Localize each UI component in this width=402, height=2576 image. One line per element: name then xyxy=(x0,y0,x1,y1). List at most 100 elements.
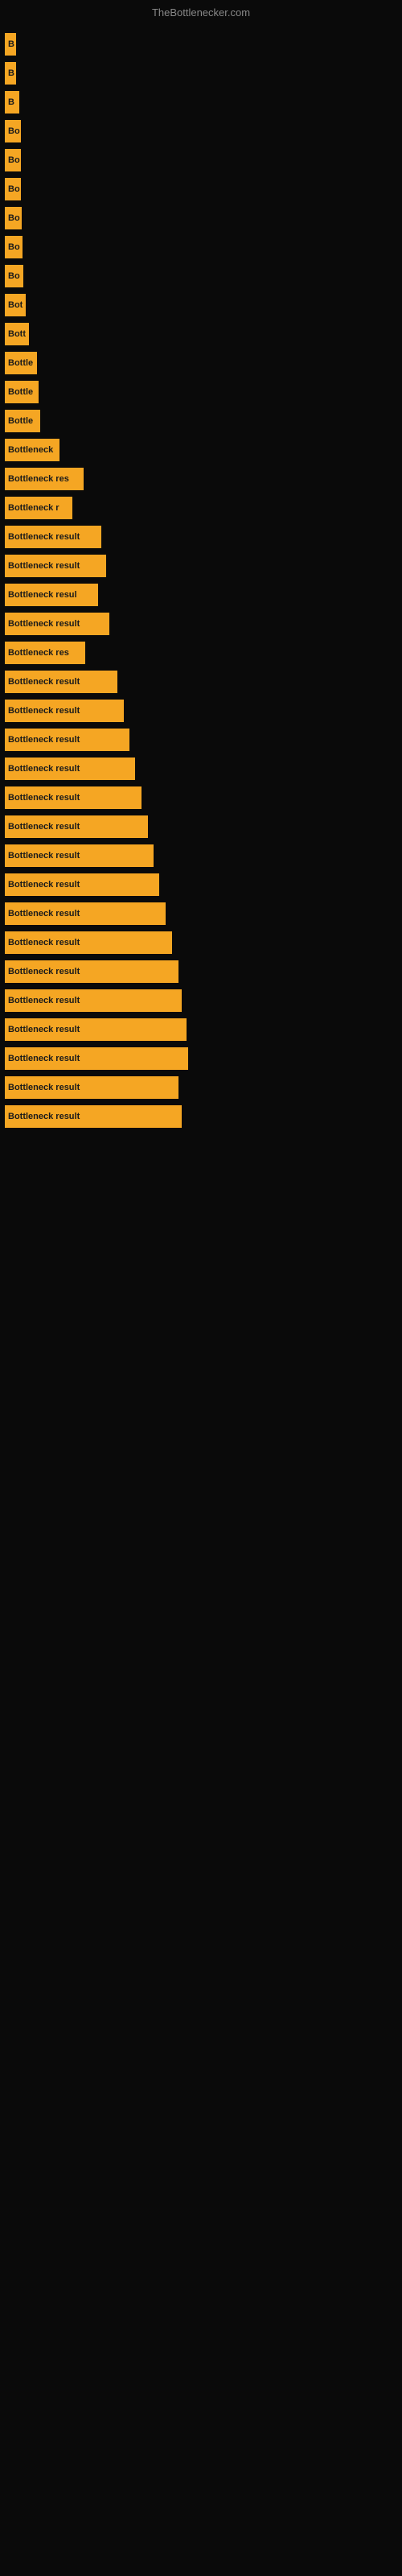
bar-label: Bottleneck result xyxy=(8,1083,80,1092)
bar-item: Bottleneck result xyxy=(5,870,397,899)
bar-item: Bottle xyxy=(5,378,397,407)
bar-label: Bottleneck result xyxy=(8,880,80,890)
bar-item: Bo xyxy=(5,233,397,262)
bar-label: B xyxy=(8,39,14,49)
bar-fill: Bottleneck res xyxy=(5,468,84,490)
site-title: TheBottlenecker.com xyxy=(0,0,402,22)
bar-label: Bo xyxy=(8,155,20,165)
bar-item: Bottleneck result xyxy=(5,899,397,928)
bar-label: Bottleneck r xyxy=(8,503,59,513)
bar-fill: Bott xyxy=(5,323,29,345)
bar-item: Bottleneck result xyxy=(5,522,397,551)
bar-fill: Bottleneck result xyxy=(5,960,178,983)
bar-fill: B xyxy=(5,91,19,114)
bar-item: Bottleneck result xyxy=(5,725,397,754)
bar-fill: Bottleneck result xyxy=(5,931,172,954)
bar-label: Bot xyxy=(8,300,23,310)
bar-label: Bottleneck xyxy=(8,445,53,455)
bar-fill: Bottleneck result xyxy=(5,1105,182,1128)
bar-item: Bottleneck result xyxy=(5,1073,397,1102)
bar-item: Bottleneck result xyxy=(5,696,397,725)
bar-item: Bott xyxy=(5,320,397,349)
bar-fill: Bottleneck result xyxy=(5,1076,178,1099)
bar-item: Bo xyxy=(5,262,397,291)
bar-label: Bottle xyxy=(8,387,33,397)
bar-item: Bottleneck resul xyxy=(5,580,397,609)
bar-fill: Bottleneck result xyxy=(5,1047,188,1070)
bar-item: Bottleneck result xyxy=(5,841,397,870)
bar-fill: Bottle xyxy=(5,381,39,403)
bar-fill: B xyxy=(5,33,16,56)
bar-item: Bottleneck result xyxy=(5,928,397,957)
bar-item: Bottleneck result xyxy=(5,1102,397,1131)
bar-label: Bottleneck result xyxy=(8,532,80,542)
bar-item: Bottleneck result xyxy=(5,986,397,1015)
bar-label: Bottle xyxy=(8,416,33,426)
bar-label: Bottleneck result xyxy=(8,938,80,947)
bar-label: Bottleneck result xyxy=(8,1054,80,1063)
bar-item: Bottleneck result xyxy=(5,667,397,696)
bar-fill: Bottleneck result xyxy=(5,700,124,722)
bar-item: Bottle xyxy=(5,407,397,436)
bar-item: Bottleneck result xyxy=(5,1044,397,1073)
bar-fill: Bo xyxy=(5,207,22,229)
bar-fill: Bottleneck result xyxy=(5,729,129,751)
bar-label: Bo xyxy=(8,242,20,252)
bar-fill: Bo xyxy=(5,149,21,171)
bar-fill: Bottleneck result xyxy=(5,671,117,693)
bar-fill: Bo xyxy=(5,178,21,200)
bar-label: B xyxy=(8,97,14,107)
bar-label: Bottleneck result xyxy=(8,706,80,716)
bar-item: Bot xyxy=(5,291,397,320)
bar-label: Bottleneck result xyxy=(8,967,80,976)
bar-item: Bottleneck result xyxy=(5,783,397,812)
bar-fill: Bottleneck res xyxy=(5,642,85,664)
bar-fill: Bottleneck resul xyxy=(5,584,98,606)
bar-label: Bottleneck result xyxy=(8,851,80,861)
bar-label: Bottleneck result xyxy=(8,677,80,687)
bar-label: Bottleneck result xyxy=(8,735,80,745)
bar-item: Bo xyxy=(5,204,397,233)
bar-item: Bottleneck result xyxy=(5,551,397,580)
bar-label: Bottle xyxy=(8,358,33,368)
bar-label: Bottleneck result xyxy=(8,909,80,919)
bar-label: Bottleneck result xyxy=(8,996,80,1005)
bar-fill: Bottleneck result xyxy=(5,555,106,577)
bar-item: Bottleneck r xyxy=(5,493,397,522)
bar-item: Bottle xyxy=(5,349,397,378)
bar-item: Bo xyxy=(5,146,397,175)
bar-label: Bottleneck result xyxy=(8,1112,80,1121)
bar-label: Bott xyxy=(8,329,26,339)
bar-item: Bottleneck result xyxy=(5,609,397,638)
bar-item: Bottleneck result xyxy=(5,957,397,986)
bar-item: Bottleneck result xyxy=(5,1015,397,1044)
bar-item: B xyxy=(5,59,397,88)
bar-fill: Bottleneck result xyxy=(5,1018,187,1041)
bar-fill: Bottle xyxy=(5,352,37,374)
bar-fill: Bottleneck result xyxy=(5,758,135,780)
bar-label: Bo xyxy=(8,213,20,223)
bar-label: Bottleneck result xyxy=(8,764,80,774)
bar-fill: Bottleneck result xyxy=(5,815,148,838)
bar-label: B xyxy=(8,68,14,78)
bar-fill: Bo xyxy=(5,265,23,287)
bar-label: Bottleneck result xyxy=(8,793,80,803)
bar-fill: Bottleneck result xyxy=(5,989,182,1012)
bar-fill: B xyxy=(5,62,16,85)
bar-label: Bottleneck res xyxy=(8,474,69,484)
bar-fill: Bottleneck result xyxy=(5,873,159,896)
bar-fill: Bottleneck xyxy=(5,439,59,461)
bar-label: Bottleneck result xyxy=(8,822,80,832)
bar-label: Bottleneck resul xyxy=(8,590,77,600)
bar-label: Bottleneck result xyxy=(8,561,80,571)
bar-fill: Bottleneck result xyxy=(5,526,101,548)
bar-fill: Bottle xyxy=(5,410,40,432)
bar-item: Bottleneck res xyxy=(5,638,397,667)
bar-fill: Bottleneck result xyxy=(5,613,109,635)
bar-item: B xyxy=(5,30,397,59)
bar-item: Bottleneck result xyxy=(5,812,397,841)
bar-fill: Bottleneck result xyxy=(5,844,154,867)
bar-fill: Bottleneck r xyxy=(5,497,72,519)
bar-fill: Bottleneck result xyxy=(5,786,142,809)
bar-item: Bottleneck xyxy=(5,436,397,464)
